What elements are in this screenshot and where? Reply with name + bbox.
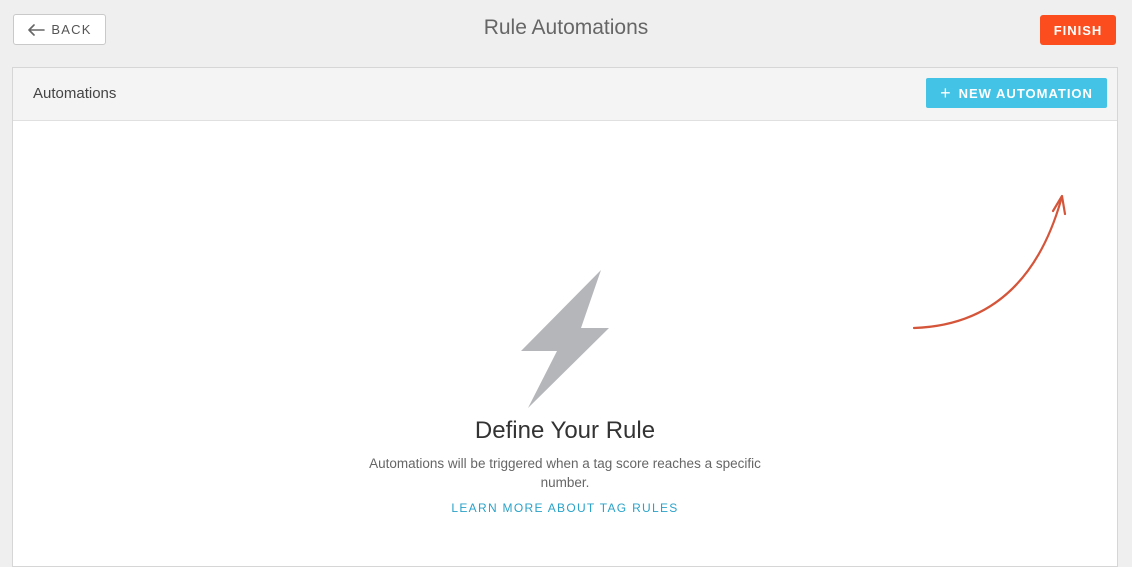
- panel-header: Automations + NEW AUTOMATION: [13, 68, 1117, 121]
- plus-icon: +: [940, 83, 952, 103]
- new-automation-button[interactable]: + NEW AUTOMATION: [926, 78, 1107, 108]
- panel-title: Automations: [33, 85, 117, 102]
- lightning-bolt-icon: [521, 270, 609, 408]
- empty-state-title: Define Your Rule: [474, 417, 656, 444]
- page-title: Rule Automations: [483, 16, 649, 39]
- new-automation-label: NEW AUTOMATION: [958, 85, 1093, 101]
- automations-panel: Automations + NEW AUTOMATION Define Your…: [12, 67, 1118, 567]
- empty-state-description: Automations will be triggered when a tag…: [369, 456, 761, 490]
- learn-more-link[interactable]: LEARN MORE ABOUT TAG RULES: [13, 501, 1117, 515]
- finish-button[interactable]: FINISH: [1040, 15, 1116, 45]
- pointer-arrow-icon: [913, 194, 1067, 330]
- top-bar: BACK Rule Automations FINISH: [0, 0, 1132, 60]
